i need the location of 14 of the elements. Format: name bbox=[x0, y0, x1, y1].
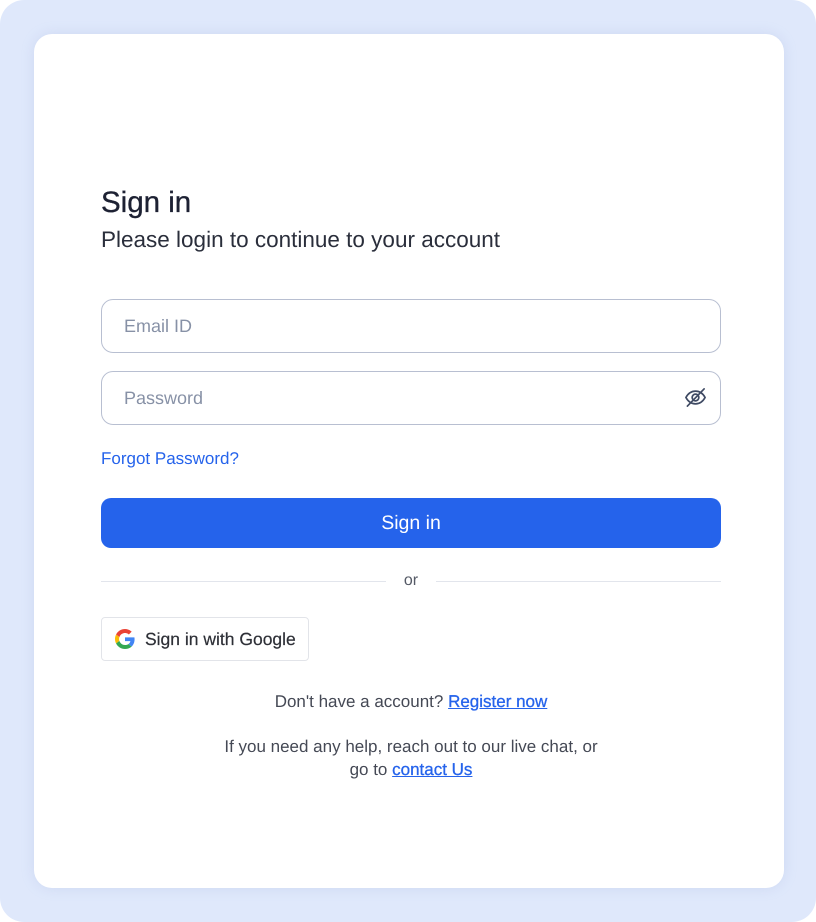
or-divider-text: or bbox=[402, 571, 420, 591]
email-field[interactable]: Email ID bbox=[101, 299, 721, 353]
password-field[interactable]: Password bbox=[101, 371, 721, 425]
forgot-password-link[interactable]: Forgot Password? bbox=[101, 449, 239, 469]
google-sign-in-button[interactable]: Sign in with Google bbox=[101, 617, 309, 661]
google-icon bbox=[115, 629, 135, 649]
subheading-text: Please login to continue to your account bbox=[101, 226, 500, 254]
eye-slash-icon[interactable] bbox=[685, 388, 706, 407]
contact-us-link[interactable]: contact Us bbox=[392, 760, 472, 779]
register-now-link[interactable]: Register now bbox=[448, 692, 548, 711]
help-text: If you need any help, reach out to our live chat, or go to contact Us bbox=[223, 736, 599, 781]
register-prompt-text: Don't have a account? Register now bbox=[274, 692, 548, 712]
sign-in-heading: Sign in bbox=[101, 186, 192, 220]
sign-in-button[interactable]: Sign in bbox=[101, 498, 721, 548]
